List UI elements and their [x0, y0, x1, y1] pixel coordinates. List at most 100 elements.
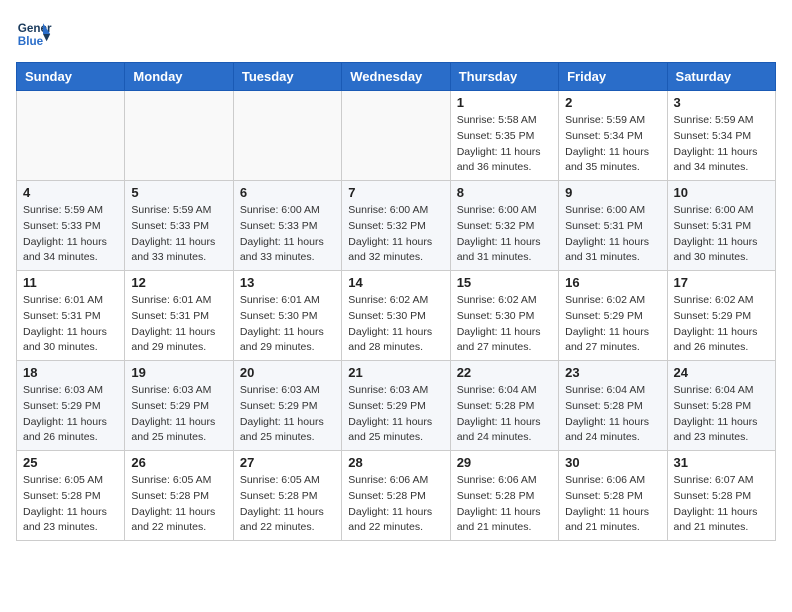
calendar-cell: [125, 91, 233, 181]
day-number: 9: [565, 185, 660, 200]
day-info: Sunrise: 6:02 AM Sunset: 5:29 PM Dayligh…: [674, 293, 769, 356]
day-info: Sunrise: 6:03 AM Sunset: 5:29 PM Dayligh…: [348, 383, 443, 446]
calendar-cell: 12 Sunrise: 6:01 AM Sunset: 5:31 PM Dayli…: [125, 271, 233, 361]
day-number: 22: [457, 365, 552, 380]
day-number: 27: [240, 455, 335, 470]
calendar-cell: 4 Sunrise: 5:59 AM Sunset: 5:33 PM Daylig…: [17, 181, 125, 271]
day-number: 14: [348, 275, 443, 290]
day-number: 23: [565, 365, 660, 380]
calendar-week-row: 4 Sunrise: 5:59 AM Sunset: 5:33 PM Daylig…: [17, 181, 776, 271]
day-info: Sunrise: 6:06 AM Sunset: 5:28 PM Dayligh…: [348, 473, 443, 536]
day-info: Sunrise: 5:58 AM Sunset: 5:35 PM Dayligh…: [457, 113, 552, 176]
calendar-cell: 30Sunrise: 6:06 AM Sunset: 5:28 PM Dayli…: [559, 451, 667, 541]
calendar-week-row: 1 Sunrise: 5:58 AM Sunset: 5:35 PM Daylig…: [17, 91, 776, 181]
calendar-cell: 16 Sunrise: 6:02 AM Sunset: 5:29 PM Dayli…: [559, 271, 667, 361]
calendar-cell: 13 Sunrise: 6:01 AM Sunset: 5:30 PM Dayli…: [233, 271, 341, 361]
calendar-cell: 20 Sunrise: 6:03 AM Sunset: 5:29 PM Dayli…: [233, 361, 341, 451]
calendar-cell: 6Sunrise: 6:00 AM Sunset: 5:33 PM Daylig…: [233, 181, 341, 271]
weekday-header-sunday: Sunday: [17, 63, 125, 91]
day-info: Sunrise: 6:01 AM Sunset: 5:30 PM Dayligh…: [240, 293, 335, 356]
day-number: 5: [131, 185, 226, 200]
calendar-cell: 2 Sunrise: 5:59 AM Sunset: 5:34 PM Daylig…: [559, 91, 667, 181]
day-number: 19: [131, 365, 226, 380]
calendar-cell: [17, 91, 125, 181]
day-number: 15: [457, 275, 552, 290]
day-info: Sunrise: 6:06 AM Sunset: 5:28 PM Dayligh…: [457, 473, 552, 536]
day-number: 20: [240, 365, 335, 380]
day-number: 11: [23, 275, 118, 290]
calendar-cell: 1 Sunrise: 5:58 AM Sunset: 5:35 PM Daylig…: [450, 91, 558, 181]
day-info: Sunrise: 6:02 AM Sunset: 5:30 PM Dayligh…: [348, 293, 443, 356]
day-info: Sunrise: 6:00 AM Sunset: 5:32 PM Dayligh…: [348, 203, 443, 266]
calendar-cell: 27 Sunrise: 6:05 AM Sunset: 5:28 PM Dayli…: [233, 451, 341, 541]
day-info: Sunrise: 5:59 AM Sunset: 5:34 PM Dayligh…: [674, 113, 769, 176]
weekday-header-tuesday: Tuesday: [233, 63, 341, 91]
svg-text:Blue: Blue: [18, 35, 44, 48]
day-number: 29: [457, 455, 552, 470]
calendar-week-row: 11 Sunrise: 6:01 AM Sunset: 5:31 PM Dayli…: [17, 271, 776, 361]
calendar-week-row: 25 Sunrise: 6:05 AM Sunset: 5:28 PM Dayli…: [17, 451, 776, 541]
day-info: Sunrise: 6:03 AM Sunset: 5:29 PM Dayligh…: [131, 383, 226, 446]
weekday-header-saturday: Saturday: [667, 63, 775, 91]
day-info: Sunrise: 6:05 AM Sunset: 5:28 PM Dayligh…: [131, 473, 226, 536]
calendar-cell: 10 Sunrise: 6:00 AM Sunset: 5:31 PM Dayli…: [667, 181, 775, 271]
day-info: Sunrise: 6:07 AM Sunset: 5:28 PM Dayligh…: [674, 473, 769, 536]
day-number: 4: [23, 185, 118, 200]
day-number: 10: [674, 185, 769, 200]
day-number: 12: [131, 275, 226, 290]
calendar-cell: 24 Sunrise: 6:04 AM Sunset: 5:28 PM Dayli…: [667, 361, 775, 451]
weekday-header-wednesday: Wednesday: [342, 63, 450, 91]
day-number: 18: [23, 365, 118, 380]
day-info: Sunrise: 6:04 AM Sunset: 5:28 PM Dayligh…: [565, 383, 660, 446]
day-number: 30: [565, 455, 660, 470]
calendar-cell: 17 Sunrise: 6:02 AM Sunset: 5:29 PM Dayli…: [667, 271, 775, 361]
day-number: 21: [348, 365, 443, 380]
page-header: General Blue: [16, 16, 776, 52]
calendar-cell: 7Sunrise: 6:00 AM Sunset: 5:32 PM Daylig…: [342, 181, 450, 271]
calendar-cell: 26Sunrise: 6:05 AM Sunset: 5:28 PM Dayli…: [125, 451, 233, 541]
calendar-table: SundayMondayTuesdayWednesdayThursdayFrid…: [16, 62, 776, 541]
weekday-header-monday: Monday: [125, 63, 233, 91]
day-info: Sunrise: 6:03 AM Sunset: 5:29 PM Dayligh…: [240, 383, 335, 446]
day-number: 25: [23, 455, 118, 470]
day-number: 13: [240, 275, 335, 290]
day-info: Sunrise: 6:00 AM Sunset: 5:31 PM Dayligh…: [674, 203, 769, 266]
weekday-header-row: SundayMondayTuesdayWednesdayThursdayFrid…: [17, 63, 776, 91]
day-number: 2: [565, 95, 660, 110]
day-number: 16: [565, 275, 660, 290]
day-number: 28: [348, 455, 443, 470]
calendar-cell: 5 Sunrise: 5:59 AM Sunset: 5:33 PM Daylig…: [125, 181, 233, 271]
calendar-cell: 19 Sunrise: 6:03 AM Sunset: 5:29 PM Dayli…: [125, 361, 233, 451]
day-info: Sunrise: 5:59 AM Sunset: 5:33 PM Dayligh…: [131, 203, 226, 266]
day-number: 24: [674, 365, 769, 380]
logo: General Blue: [16, 16, 56, 52]
calendar-cell: 29 Sunrise: 6:06 AM Sunset: 5:28 PM Dayli…: [450, 451, 558, 541]
calendar-cell: 14 Sunrise: 6:02 AM Sunset: 5:30 PM Dayli…: [342, 271, 450, 361]
day-info: Sunrise: 5:59 AM Sunset: 5:33 PM Dayligh…: [23, 203, 118, 266]
calendar-cell: 23 Sunrise: 6:04 AM Sunset: 5:28 PM Dayli…: [559, 361, 667, 451]
day-info: Sunrise: 6:04 AM Sunset: 5:28 PM Dayligh…: [674, 383, 769, 446]
calendar-cell: 3Sunrise: 5:59 AM Sunset: 5:34 PM Daylig…: [667, 91, 775, 181]
calendar-cell: [233, 91, 341, 181]
day-info: Sunrise: 6:05 AM Sunset: 5:28 PM Dayligh…: [240, 473, 335, 536]
calendar-cell: 31Sunrise: 6:07 AM Sunset: 5:28 PM Dayli…: [667, 451, 775, 541]
weekday-header-thursday: Thursday: [450, 63, 558, 91]
weekday-header-friday: Friday: [559, 63, 667, 91]
calendar-week-row: 18 Sunrise: 6:03 AM Sunset: 5:29 PM Dayli…: [17, 361, 776, 451]
day-number: 1: [457, 95, 552, 110]
day-info: Sunrise: 6:02 AM Sunset: 5:29 PM Dayligh…: [565, 293, 660, 356]
calendar-cell: 8Sunrise: 6:00 AM Sunset: 5:32 PM Daylig…: [450, 181, 558, 271]
day-info: Sunrise: 6:05 AM Sunset: 5:28 PM Dayligh…: [23, 473, 118, 536]
calendar-cell: 28 Sunrise: 6:06 AM Sunset: 5:28 PM Dayli…: [342, 451, 450, 541]
calendar-cell: 9Sunrise: 6:00 AM Sunset: 5:31 PM Daylig…: [559, 181, 667, 271]
calendar-cell: [342, 91, 450, 181]
day-info: Sunrise: 6:01 AM Sunset: 5:31 PM Dayligh…: [131, 293, 226, 356]
day-number: 6: [240, 185, 335, 200]
day-info: Sunrise: 6:01 AM Sunset: 5:31 PM Dayligh…: [23, 293, 118, 356]
day-number: 17: [674, 275, 769, 290]
calendar-cell: 15Sunrise: 6:02 AM Sunset: 5:30 PM Dayli…: [450, 271, 558, 361]
day-info: Sunrise: 5:59 AM Sunset: 5:34 PM Dayligh…: [565, 113, 660, 176]
day-number: 8: [457, 185, 552, 200]
calendar-cell: 18Sunrise: 6:03 AM Sunset: 5:29 PM Dayli…: [17, 361, 125, 451]
calendar-cell: 25 Sunrise: 6:05 AM Sunset: 5:28 PM Dayli…: [17, 451, 125, 541]
